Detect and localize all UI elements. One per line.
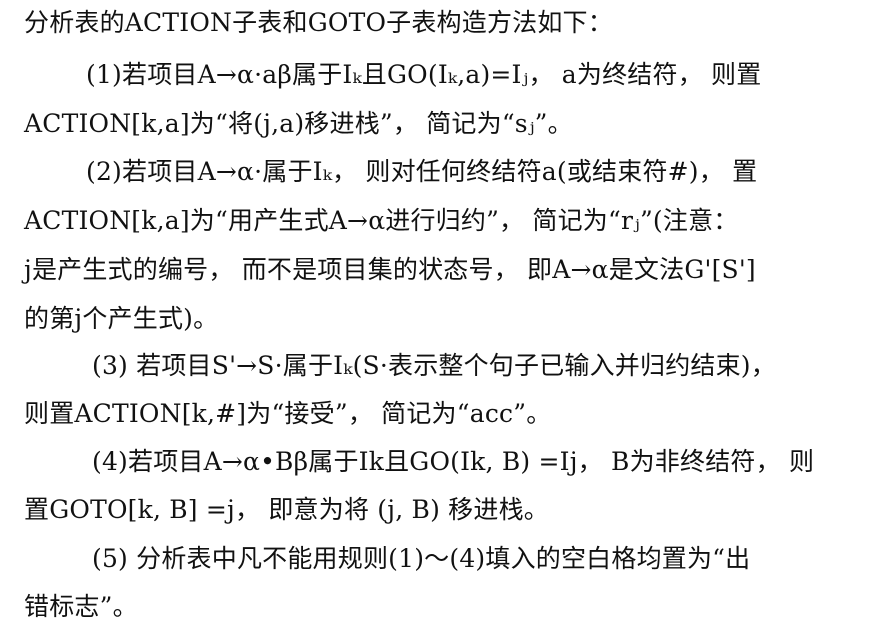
rule-1-line-2: ACTION[k,a]为“将(j,a)移进栈”， 简记为“sⱼ”。 xyxy=(24,109,573,138)
rule-5-line-2: 错标志”。 xyxy=(24,592,138,621)
rule-2-line-3: j是产生式的编号， 而不是项目集的状态号， 即A→α是文法G'[S'] xyxy=(24,255,756,284)
rule-1-line-1: (1)若项目A→α·aβ属于Iₖ且GO(Iₖ,a)=Iⱼ， a为终结符， 则置 xyxy=(86,60,762,89)
rule-2-line-4: 的第j个产生式)。 xyxy=(24,304,219,333)
rule-3-line-1: (3) 若项目S'→S·属于Iₖ(S·表示整个句子已输入并归约结束)， xyxy=(92,351,776,380)
rule-4-line-2: 置GOTO[k, B] =j， 即意为将 (j, B) 移进栈。 xyxy=(24,495,549,524)
rule-2-line-2: ACTION[k,a]为“用产生式A→α进行归约”， 简记为“rⱼ”(注意： xyxy=(24,206,739,235)
rule-4-line-1: (4)若项目A→α•Bβ属于Ik且GO(Ik, B) =Ij， B为非终结符， … xyxy=(92,447,815,476)
rule-5-line-1: (5) 分析表中凡不能用规则(1)～(4)填入的空白格均置为“出 xyxy=(92,544,751,573)
rule-3-line-2: 则置ACTION[k,#]为“接受”， 简记为“acc”。 xyxy=(24,399,552,428)
rule-2-line-1: (2)若项目A→α·属于Iₖ， 则对任何终结符a(或结束符#)， 置 xyxy=(86,157,758,186)
intro-line: 分析表的ACTION子表和GOTO子表构造方法如下： xyxy=(24,8,613,37)
document-page: 分析表的ACTION子表和GOTO子表构造方法如下： (1)若项目A→α·aβ属… xyxy=(0,0,870,626)
